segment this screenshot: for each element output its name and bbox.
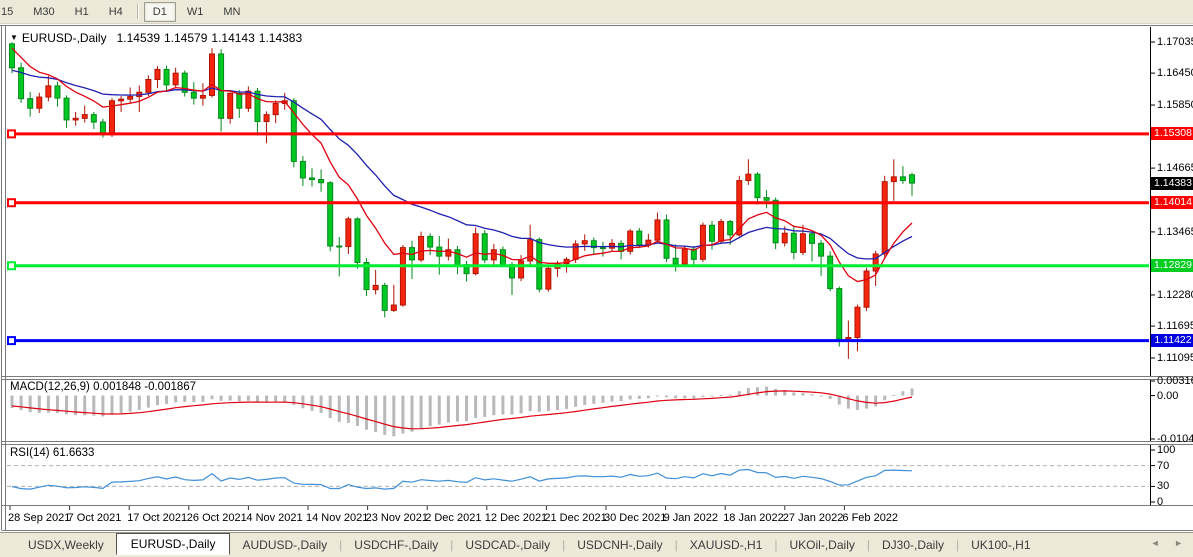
horizontal-line-objects xyxy=(7,130,1149,344)
ohlc-high: 1.14579 xyxy=(164,31,207,45)
tab-xauusd-h1[interactable]: XAUUSD-,H1 xyxy=(678,535,775,555)
tab-audusd-daily[interactable]: AUDUSD-,Daily xyxy=(230,535,339,555)
date-axis-label: 17 Oct 2021 xyxy=(127,512,187,524)
rsi-axis-label: 100 xyxy=(1157,444,1175,456)
rsi-axis-label: 70 xyxy=(1157,460,1169,472)
date-axis-label: 7 Oct 2021 xyxy=(68,512,122,524)
tab-scroll-nav[interactable]: ◄ ► xyxy=(1151,538,1189,548)
rsi-axis-label: 0 xyxy=(1157,496,1163,508)
tab-uk100-h1[interactable]: UK100-,H1 xyxy=(959,535,1042,555)
ohlc-low: 1.14143 xyxy=(211,31,254,45)
ohlc-close: 1.14383 xyxy=(259,31,302,45)
price-axis-label: 1.16450 xyxy=(1157,67,1193,79)
price-axis-label: 1.12280 xyxy=(1157,289,1193,301)
rsi-line xyxy=(12,470,912,490)
chart-shift-icon: ▼ xyxy=(10,33,18,42)
rsi-indicator-label: RSI(14) 61.6633 xyxy=(10,447,94,459)
chart-canvas[interactable] xyxy=(0,24,1193,532)
timeframe-button-h4[interactable]: H4 xyxy=(100,2,132,22)
timeframe-toolbar: 15M30H1H4 D1W1MN xyxy=(0,0,1193,24)
date-axis-label: 6 Feb 2022 xyxy=(842,512,898,524)
tab-eurusd-daily[interactable]: EURUSD-,Daily xyxy=(116,533,231,555)
date-axis-label: 28 Sep 2021 xyxy=(8,512,70,524)
date-axis-label: 18 Jan 2022 xyxy=(723,512,784,524)
candlestick-series xyxy=(10,42,915,359)
tab-usdcad-daily[interactable]: USDCAD-,Daily xyxy=(453,535,562,555)
ohlc-open: 1.14539 xyxy=(117,31,160,45)
date-axis-label: 23 Nov 2021 xyxy=(366,512,428,524)
macd-axis-label: 0.00 xyxy=(1157,390,1178,402)
rsi-name: RSI(14) xyxy=(10,447,50,459)
hline-anchor[interactable] xyxy=(8,199,15,206)
chart-symbol-label: EURUSD-,Daily xyxy=(22,31,107,45)
macd-panel xyxy=(11,387,914,437)
trading-terminal: 15M30H1H4 D1W1MN ▼ EURUSD-,Daily 1.14539 1.1… xyxy=(0,0,1193,556)
tab-usdchf-daily[interactable]: USDCHF-,Daily xyxy=(342,535,450,555)
tab-usdx-weekly[interactable]: USDX,Weekly xyxy=(16,535,116,555)
timeframe-button-15[interactable]: 15 xyxy=(0,2,22,22)
timeframe-button-h1[interactable]: H1 xyxy=(66,2,98,22)
price-axis-line xyxy=(10,27,1155,510)
tab-usdcnh-daily[interactable]: USDCNH-,Daily xyxy=(565,535,674,555)
tab-ukoil-daily[interactable]: UKOil-,Daily xyxy=(778,535,867,555)
price-axis-label: 1.17035 xyxy=(1157,36,1193,48)
price-axis-label: 1.11695 xyxy=(1157,320,1193,332)
macd-signal-value: -0.001867 xyxy=(144,381,196,393)
price-axis-label: 1.13465 xyxy=(1157,226,1193,238)
window-frame xyxy=(0,26,1193,531)
chart-tab-bar: USDX,WeeklyEURUSD-,DailyAUDUSD-,Daily|US… xyxy=(0,532,1193,557)
date-axis-label: 27 Jan 2022 xyxy=(783,512,844,524)
price-line-badge: 1.11422 xyxy=(1151,334,1193,347)
hline-anchor[interactable] xyxy=(8,130,15,137)
date-axis-label: 2 Dec 2021 xyxy=(425,512,481,524)
toolbar-separator xyxy=(137,4,139,19)
price-line-badge: 1.14014 xyxy=(1151,196,1193,209)
chart-title: ▼ EURUSD-,Daily 1.14539 1.14579 1.14143 1.143… xyxy=(10,31,306,45)
rsi-panel xyxy=(7,466,1149,490)
timeframe-button-w1[interactable]: W1 xyxy=(178,2,213,22)
macd-axis-label: 0.003165 xyxy=(1157,375,1193,387)
timeframe-button-mn[interactable]: MN xyxy=(214,2,249,22)
hline-anchor[interactable] xyxy=(8,262,15,269)
price-line-badge: 1.12829 xyxy=(1151,259,1193,272)
hline-anchor[interactable] xyxy=(8,337,15,344)
timeframe-button-m30[interactable]: M30 xyxy=(24,2,63,22)
date-axis-label: 14 Nov 2021 xyxy=(306,512,368,524)
chart-window[interactable]: ▼ EURUSD-,Daily 1.14539 1.14579 1.14143 1.143… xyxy=(0,24,1193,532)
timeframe-button-d1[interactable]: D1 xyxy=(144,2,176,22)
macd-main-value: 0.001848 xyxy=(93,381,141,393)
date-axis-label: 30 Dec 2021 xyxy=(604,512,666,524)
price-axis-label: 1.14665 xyxy=(1157,162,1193,174)
rsi-axis-label: 30 xyxy=(1157,480,1169,492)
date-axis-label: 4 Nov 2021 xyxy=(246,512,302,524)
price-axis-label: 1.15850 xyxy=(1157,99,1193,111)
date-axis-label: 9 Jan 2022 xyxy=(664,512,718,524)
macd-name: MACD(12,26,9) xyxy=(10,381,90,393)
price-line-badge: 1.15308 xyxy=(1151,127,1193,140)
tab-dj30-daily[interactable]: DJ30-,Daily xyxy=(870,535,956,555)
price-axis-label: 1.11095 xyxy=(1157,352,1193,364)
date-axis-label: 21 Dec 2021 xyxy=(544,512,606,524)
date-axis-label: 12 Dec 2021 xyxy=(485,512,547,524)
macd-indicator-label: MACD(12,26,9) 0.001848 -0.001867 xyxy=(10,381,196,393)
date-axis-label: 26 Oct 2021 xyxy=(187,512,247,524)
current-price-badge: 1.14383 xyxy=(1151,177,1193,190)
rsi-value: 61.6633 xyxy=(53,447,95,459)
